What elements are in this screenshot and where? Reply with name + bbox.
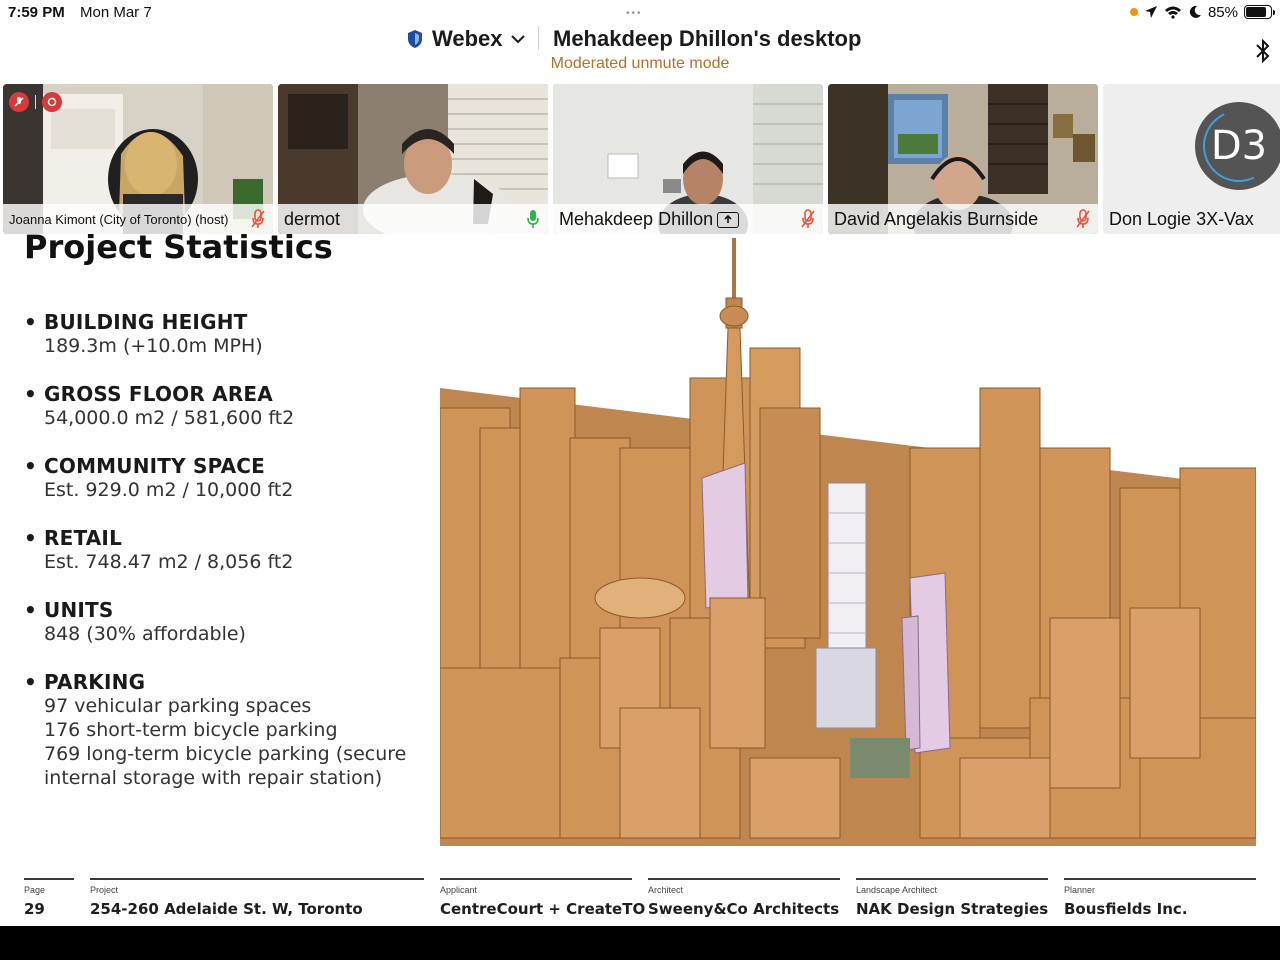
footer-label: Planner <box>1064 885 1096 895</box>
footer-value: Bousfields Inc. <box>1064 900 1188 918</box>
share-screen-icon <box>717 211 740 228</box>
avatar: D3 <box>1192 99 1280 193</box>
participant-name-bar: Don Logie 3X-Vax <box>1103 204 1280 234</box>
header-divider <box>538 26 539 50</box>
speaking-ring <box>1192 99 1280 193</box>
stat-heading: UNITS <box>24 598 246 622</box>
battery-percent: 85% <box>1207 3 1238 21</box>
stat-value: Est. 748.47 m2 / 8,056 ft2 <box>44 551 294 573</box>
footer-planner: Planner Bousfields Inc. <box>1064 878 1256 926</box>
footer-value: Sweeny&Co Architects <box>648 900 840 918</box>
mic-muted-icon <box>1074 208 1092 230</box>
footer-applicant: Applicant CentreCourt + CreateTO <box>440 878 646 926</box>
record-icon[interactable] <box>42 92 62 112</box>
slide-title: Project Statistics <box>24 234 333 266</box>
footer-project: Project 254-260 Adelaide St. W, Toronto <box>90 878 424 926</box>
mic-in-use-indicator <box>1129 8 1138 16</box>
status-indicators: 85% <box>1129 3 1275 21</box>
wifi-icon <box>1164 6 1181 19</box>
battery-level <box>1246 7 1267 17</box>
mic-muted-icon <box>249 208 267 230</box>
participant-name-bar: dermot <box>278 204 548 234</box>
stat-value: 769 long-term bicycle parking (secure <box>44 743 407 765</box>
participant-tile[interactable]: David Angelakis Burnside <box>828 84 1098 234</box>
stat-heading: RETAIL <box>24 526 293 550</box>
webex-app-switcher[interactable]: Webex <box>406 26 525 52</box>
participant-tile[interactable]: D3 Don Logie 3X-Vax <box>1103 84 1280 234</box>
stat-value: 189.3m (+10.0m MPH) <box>44 335 263 357</box>
stat-value: internal storage with repair station) <box>44 767 383 789</box>
footer-label: Applicant <box>440 885 478 895</box>
footer-architect: Architect Sweeny&Co Architects <box>648 878 840 926</box>
mic-active-icon <box>524 208 542 230</box>
participant-name: dermot <box>284 208 341 229</box>
footer-value: 29 <box>24 900 45 918</box>
battery-icon <box>1244 5 1275 19</box>
stat-retail: RETAIL Est. 748.47 m2 / 8,056 ft2 <box>24 526 293 574</box>
stat-units: UNITS 848 (30% affordable) <box>24 598 246 646</box>
moon-icon <box>1189 5 1201 18</box>
footer-label: Page <box>24 885 46 895</box>
stat-value: 848 (30% affordable) <box>44 623 246 645</box>
bottom-bar <box>0 926 1280 960</box>
footer-landscape-architect: Landscape Architect NAK Design Strategie… <box>856 878 1048 926</box>
participant-name-bar: Mehakdeep Dhillon <box>553 204 823 234</box>
mic-muted-icon[interactable] <box>9 92 29 112</box>
stat-value: 97 vehicular parking spaces <box>44 695 312 717</box>
footer-value: 254-260 Adelaide St. W, Toronto <box>90 900 363 918</box>
participant-name: David Angelakis Burnside <box>834 208 1039 229</box>
stat-value: 54,000.0 m2 / 581,600 ft2 <box>44 407 295 429</box>
stat-value: 176 short-term bicycle parking <box>44 719 338 741</box>
participant-name: Mehakdeep Dhillon <box>559 209 799 230</box>
footer-label: Landscape Architect <box>856 885 938 895</box>
stat-gross-floor-area: GROSS FLOOR AREA 54,000.0 m2 / 581,600 f… <box>24 382 294 430</box>
footer-label: Project <box>90 885 119 895</box>
multitasking-dots[interactable]: ••• <box>626 8 643 19</box>
chevron-down-icon <box>510 35 525 44</box>
bluetooth-icon[interactable] <box>1254 38 1272 64</box>
status-bar: 7:59 PM Mon Mar 7 ••• 85% <box>0 0 1280 24</box>
city-massing-render <box>440 238 1256 846</box>
stat-heading: BUILDING HEIGHT <box>24 310 263 334</box>
participant-name: Joanna Kimont (City of Toronto) (host) <box>9 211 229 227</box>
tile-controls <box>9 92 62 112</box>
footer-value: CentreCourt + CreateTO <box>440 900 646 918</box>
status-date: Mon Mar 7 <box>80 4 152 21</box>
slide-footer: Page 29 Project 254-260 Adelaide St. W, … <box>0 878 1280 926</box>
footer-value: NAK Design Strategies <box>856 900 1049 918</box>
participant-tile[interactable]: dermot <box>278 84 548 234</box>
footer-page: Page 29 <box>24 878 74 926</box>
location-icon <box>1144 6 1157 18</box>
stat-community-space: COMMUNITY SPACE Est. 929.0 m2 / 10,000 f… <box>24 454 293 502</box>
stat-value: Est. 929.0 m2 / 10,000 ft2 <box>44 479 294 501</box>
shared-content-title: Mehakdeep Dhillon's desktop <box>553 26 862 51</box>
stat-heading: GROSS FLOOR AREA <box>24 382 294 406</box>
participant-tile[interactable]: Mehakdeep Dhillon <box>553 84 823 234</box>
footer-label: Architect <box>648 885 684 895</box>
app-name: Webex <box>432 26 503 51</box>
participant-strip[interactable]: Joanna Kimont (City of Toronto) (host) d… <box>3 84 1280 234</box>
status-time: 7:59 PM <box>8 4 65 21</box>
stat-heading: PARKING <box>24 670 406 694</box>
unmute-mode-label: Moderated unmute mode <box>550 55 730 72</box>
shared-slide: Project Statistics BUILDING HEIGHT 189.3… <box>0 234 1280 926</box>
participant-name-bar: Joanna Kimont (City of Toronto) (host) <box>3 204 273 234</box>
stat-heading: COMMUNITY SPACE <box>24 454 293 478</box>
participant-name-bar: David Angelakis Burnside <box>828 204 1098 234</box>
participant-name: Don Logie 3X-Vax <box>1109 208 1254 229</box>
participant-tile[interactable]: Joanna Kimont (City of Toronto) (host) <box>3 84 273 234</box>
stat-building-height: BUILDING HEIGHT 189.3m (+10.0m MPH) <box>24 310 263 358</box>
mic-muted-icon <box>799 208 817 230</box>
stat-parking: PARKING 97 vehicular parking spaces 176 … <box>24 670 406 790</box>
shield-icon <box>408 30 422 48</box>
